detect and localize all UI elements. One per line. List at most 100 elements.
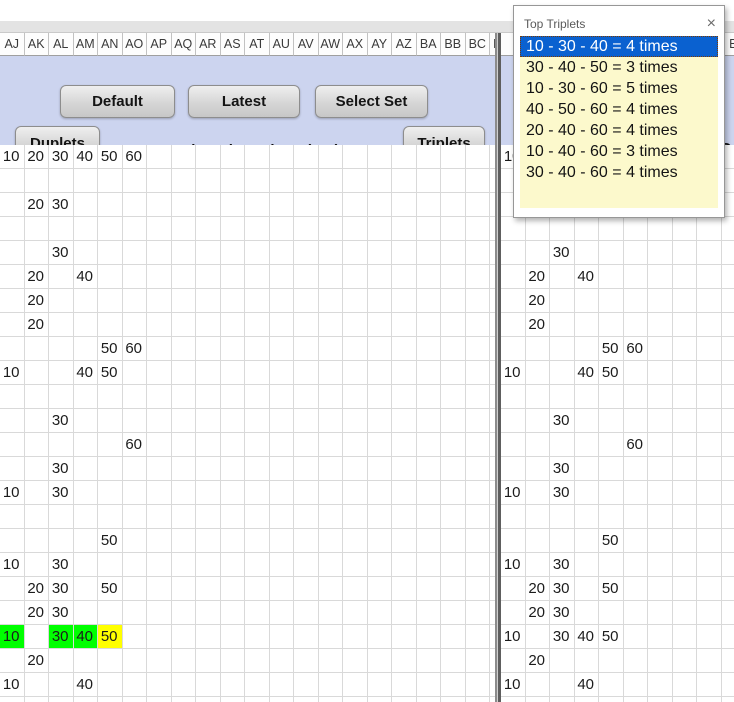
grid-cell[interactable] — [392, 433, 417, 457]
grid-cell[interactable]: 20 — [24, 289, 49, 313]
grid-cell[interactable] — [196, 457, 221, 481]
grid-cell[interactable] — [416, 169, 441, 193]
grid-cell[interactable]: 10 — [501, 361, 526, 385]
grid-cell[interactable] — [465, 409, 490, 433]
grid-cell[interactable] — [196, 553, 221, 577]
grid-cell[interactable] — [343, 649, 368, 673]
grid-cell[interactable] — [49, 265, 74, 289]
grid-cell[interactable] — [441, 457, 466, 481]
grid-cell[interactable] — [648, 289, 673, 313]
grid-cell[interactable] — [648, 481, 673, 505]
grid-cell[interactable] — [672, 625, 697, 649]
grid-cell[interactable] — [220, 457, 245, 481]
column-header[interactable]: AK — [24, 33, 49, 56]
grid-cell[interactable] — [220, 361, 245, 385]
grid-cell[interactable]: 20 — [24, 193, 49, 217]
grid-cell[interactable]: 20 — [525, 577, 550, 601]
grid-cell[interactable] — [220, 601, 245, 625]
grid-cell[interactable] — [269, 169, 294, 193]
grid-cell[interactable] — [465, 217, 490, 241]
grid-cell[interactable]: 40 — [73, 625, 98, 649]
column-header[interactable]: BA — [416, 33, 441, 56]
grid-cell[interactable] — [441, 385, 466, 409]
split-divider[interactable] — [495, 33, 501, 702]
grid-cell[interactable] — [122, 217, 147, 241]
grid-cell[interactable] — [122, 553, 147, 577]
grid-cell[interactable]: 20 — [24, 577, 49, 601]
grid-cell[interactable] — [697, 673, 722, 697]
grid-cell[interactable] — [465, 361, 490, 385]
grid-cell[interactable] — [343, 673, 368, 697]
grid-cell[interactable] — [367, 337, 392, 361]
grid-cell[interactable] — [525, 481, 550, 505]
grid-cell[interactable] — [367, 409, 392, 433]
grid-cell[interactable] — [501, 409, 526, 433]
grid-cell[interactable] — [623, 577, 648, 601]
grid-cell[interactable] — [599, 697, 624, 702]
grid-cell[interactable] — [172, 697, 196, 702]
grid-cell[interactable] — [49, 361, 74, 385]
grid-cell[interactable] — [672, 361, 697, 385]
grid-cell[interactable] — [648, 697, 673, 702]
grid-cell[interactable] — [501, 505, 526, 529]
grid-cell[interactable] — [441, 289, 466, 313]
grid-cell[interactable] — [416, 313, 441, 337]
grid-cell[interactable] — [245, 265, 270, 289]
grid-cell[interactable] — [245, 601, 270, 625]
grid-cell[interactable] — [697, 529, 722, 553]
grid-cell[interactable] — [147, 337, 172, 361]
grid-cell[interactable] — [245, 697, 270, 702]
grid-cell[interactable] — [672, 673, 697, 697]
grid-cell[interactable] — [721, 361, 734, 385]
grid-cell[interactable] — [196, 601, 221, 625]
grid-cell[interactable] — [73, 433, 98, 457]
grid-cell[interactable] — [367, 529, 392, 553]
grid-cell[interactable] — [269, 601, 294, 625]
grid-cell[interactable] — [697, 505, 722, 529]
grid-cell[interactable] — [24, 625, 49, 649]
grid-cell[interactable] — [599, 601, 624, 625]
grid-cell[interactable] — [465, 241, 490, 265]
grid-cell[interactable] — [49, 169, 74, 193]
grid-cell[interactable] — [441, 169, 466, 193]
grid-cell[interactable] — [49, 385, 74, 409]
grid-cell[interactable] — [196, 385, 221, 409]
grid-cell[interactable] — [171, 673, 196, 697]
grid-cell[interactable] — [24, 241, 49, 265]
grid-cell[interactable] — [501, 337, 526, 361]
grid-cell[interactable] — [550, 433, 575, 457]
grid-cell[interactable] — [0, 409, 25, 433]
grid-cell[interactable] — [343, 169, 368, 193]
grid-cell[interactable] — [574, 313, 599, 337]
grid-cell[interactable] — [501, 265, 526, 289]
grid-cell[interactable] — [672, 529, 697, 553]
grid-cell[interactable] — [574, 529, 599, 553]
grid-cell[interactable] — [721, 529, 734, 553]
grid-cell[interactable] — [245, 241, 270, 265]
grid-cell[interactable]: 40 — [574, 673, 599, 697]
grid-cell[interactable] — [721, 409, 734, 433]
grid-cell[interactable] — [24, 361, 49, 385]
grid-cell[interactable] — [721, 505, 734, 529]
grid-cell[interactable] — [0, 385, 25, 409]
grid-cell[interactable] — [501, 241, 526, 265]
grid-cell[interactable] — [343, 145, 368, 169]
grid-cell[interactable]: 50 — [98, 625, 123, 649]
grid-cell[interactable]: 30 — [49, 241, 74, 265]
grid-cell[interactable]: 40 — [574, 625, 599, 649]
grid-cell[interactable] — [318, 457, 343, 481]
grid-cell[interactable] — [73, 241, 98, 265]
grid-cell[interactable] — [416, 385, 441, 409]
grid-cell[interactable] — [550, 505, 575, 529]
grid-cell[interactable] — [367, 169, 392, 193]
grid-cell[interactable] — [122, 193, 147, 217]
grid-cell[interactable] — [0, 313, 25, 337]
grid-cell[interactable] — [49, 673, 74, 697]
grid-cell[interactable] — [697, 481, 722, 505]
grid-cell[interactable] — [648, 673, 673, 697]
grid-cell[interactable] — [294, 361, 319, 385]
grid-cell[interactable] — [147, 265, 172, 289]
grid-cell[interactable] — [599, 673, 624, 697]
grid-cell[interactable] — [697, 241, 722, 265]
grid-cell[interactable]: 30 — [550, 241, 575, 265]
